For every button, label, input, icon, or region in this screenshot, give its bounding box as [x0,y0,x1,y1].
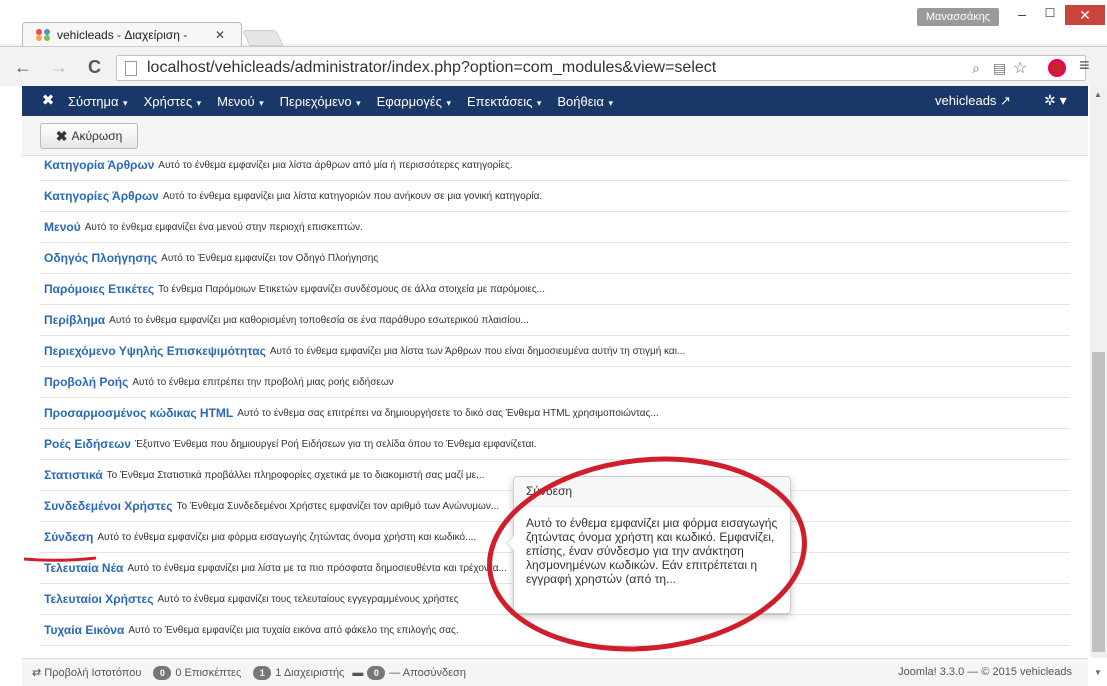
star-icon[interactable]: ☆ [1013,58,1027,78]
reload-icon[interactable]: C [88,57,101,78]
module-link[interactable]: Ροές Ειδήσεων [44,437,131,451]
tab-close-icon[interactable]: ✕ [215,28,225,42]
list-item: Μενού Αυτό το ένθεμα εμφανίζει ένα μενού … [40,212,1070,243]
module-description: Αυτό το ένθεμα εμφανίζει τους τελευταίου… [157,593,459,605]
module-description: Αυτό το ένθεμα επιτρέπει την προβολή μια… [132,376,394,388]
module-description: Αυτό το ένθεμα εμφανίζει μια λίστα άρθρω… [158,159,513,171]
page-icon [125,61,137,76]
joomla-logo-icon[interactable]: ✖ [40,93,56,109]
status-bar: ⇄ Προβολή Ιστοτόπου 0 0 Επισκέπτες 1 1 Δ… [22,658,1088,686]
scroll-up-icon[interactable]: ▲ [1094,90,1102,99]
module-link[interactable]: Προβολή Ροής [44,375,128,389]
scroll-thumb[interactable] [1092,352,1105,652]
nav-system[interactable]: Σύστημα ▾ [68,94,128,109]
nav-users[interactable]: Χρήστες ▾ [144,94,202,109]
module-link[interactable]: Σύνδεση [44,530,93,544]
list-item: Κατηγορία Άρθρων Αυτό το ένθεμα εμφανίζει… [40,150,1070,181]
close-icon: ✖ [55,127,68,144]
module-description: Αυτό το ένθεμα σας επιτρέπει να δημιουργ… [237,407,659,419]
list-item: Περίβλημα Αυτό το ένθεμα εμφανίζει μια κα… [40,305,1070,336]
admins-label: 1 Διαχειριστής [275,666,345,679]
browser-menu-icon[interactable]: ≡ [1079,55,1090,76]
module-link[interactable]: Τυχαία Εικόνα [44,623,124,637]
page-scrollbar[interactable]: ▲ [1090,86,1107,658]
module-description: Αυτό το ένθεμα εμφανίζει ένα μενού στην … [84,221,363,233]
module-link[interactable]: Κατηγορία Άρθρων [44,158,154,172]
list-item: Περιεχόμενο Υψηλής Επισκεψιμότητας Αυτό τ… [40,336,1070,367]
module-description: Αυτό το ένθεμα εμφανίζει μια καθορισμένη… [109,314,529,326]
list-item: Προβολή Ροής Αυτό το ένθεμα επιτρέπει την… [40,367,1070,398]
close-window-button[interactable]: ✕ [1065,5,1105,25]
version-text: Joomla! 3.3.0 — © 2015 vehicleads [898,666,1072,678]
list-item: Οδηγός Πλοήγησης Αυτό το Ένθεμα εμφανίζει… [40,243,1070,274]
module-description: Αυτό το ένθεμα εμφανίζει μια λίστα κατηγ… [162,190,543,202]
minimize-button[interactable]: – [1009,6,1035,26]
scroll-down-icon[interactable]: ▼ [1094,668,1102,677]
module-description: Το ένθεμα Παρόμοιων Ετικετών εμφανίζει σ… [158,283,545,295]
new-tab-button[interactable] [242,30,284,46]
address-bar[interactable]: localhost/vehicleads/administrator/index… [116,55,1086,81]
module-description: Αυτό το ένθεμα εμφανίζει μια λίστα με τα… [127,562,507,574]
browser-tab[interactable]: vehicleads - Διαχείριση - ✕ [22,22,242,46]
module-link[interactable]: Προσαρμοσμένος κώδικας HTML [44,406,233,420]
joomla-favicon-icon [36,28,50,41]
module-link[interactable]: Στατιστικά [44,468,103,482]
nav-components[interactable]: Εφαρμογές ▾ [377,94,451,109]
messages-icon[interactable]: ▬ [352,667,363,679]
site-link[interactable]: vehicleads ↗ [935,93,1011,109]
logout-link[interactable]: — Αποσύνδεση [389,667,466,679]
gear-icon[interactable]: ✲ ▾ [1044,92,1067,109]
cancel-label: Ακύρωση [71,129,123,143]
module-description: Αυτό το Ένθεμα εμφανίζει τον Οδηγό Πλοήγ… [161,252,379,264]
zoom-icon[interactable]: ⌕ [972,60,980,77]
module-link[interactable]: Τελευταία Νέα [44,561,123,575]
nav-menus[interactable]: Μενού ▾ [217,94,264,109]
url-text[interactable]: localhost/vehicleads/administrator/index… [147,59,716,77]
module-link[interactable]: Περιεχόμενο Υψηλής Επισκεψιμότητας [44,344,266,358]
nav-extensions[interactable]: Επεκτάσεις ▾ [467,94,541,109]
module-description: Το Ένθεμα Στατιστικά προβάλλει πληροφορί… [106,469,485,481]
tab-title: vehicleads - Διαχείριση - [57,27,188,42]
visitors-badge: 0 [153,665,172,680]
extension-icon[interactable] [1048,59,1066,77]
module-link[interactable]: Παρόμοιες Ετικέτες [44,282,154,296]
profile-badge[interactable]: Μανασσάκης [917,8,999,26]
module-description: Αυτό το ένθεμα εμφανίζει μια λίστα των Ά… [269,345,686,357]
address-bar-row: ← → C localhost/vehicleads/administrator… [0,46,1107,86]
module-description: Αυτό το ένθεμα εμφανίζει μια φόρμα εισαγ… [97,531,477,543]
module-description: Έξυπνο Ένθεμα που δημιουργεί Ροή Ειδήσεω… [134,438,537,450]
module-link[interactable]: Περίβλημα [44,313,105,327]
cancel-button[interactable]: ✖ Ακύρωση [40,123,138,149]
list-item: Κατηγορίες Άρθρων Αυτό το ένθεμα εμφανίζε… [40,181,1070,212]
module-description: Αυτό το Ένθεμα εμφανίζει μια τυχαία εικό… [128,624,459,636]
module-link[interactable]: Συνδεδεμένοι Χρήστες [44,499,173,513]
annotation-ellipse [487,456,807,652]
list-item: Παρόμοιες Ετικέτες Το ένθεμα Παρόμοιων Ετ… [40,274,1070,305]
module-link[interactable]: Μενού [44,220,81,234]
visitors-label: 0 Επισκέπτες [175,666,242,679]
module-link[interactable]: Κατηγορίες Άρθρων [44,189,159,203]
module-link[interactable]: Τελευταίοι Χρήστες [44,592,153,606]
nav-content[interactable]: Περιεχόμενο ▾ [280,94,361,109]
maximize-button[interactable]: ☐ [1037,6,1063,26]
back-icon[interactable]: ← [14,57,32,78]
list-item: Προσαρμοσμένος κώδικας HTML Αυτό το ένθεμ… [40,398,1070,429]
admin-navbar: ✖ Σύστημα ▾ Χρήστες ▾ Μενού ▾ Περιεχόμεν… [22,86,1088,116]
forward-icon[interactable]: → [50,57,68,78]
nav-help[interactable]: Βοήθεια ▾ [557,94,613,109]
messages-badge: 0 [367,665,386,680]
annotation-underline [23,556,97,562]
admins-badge: 1 [253,665,272,680]
translate-icon[interactable]: ▤ [993,60,1006,77]
view-site-link[interactable]: ⇄ Προβολή Ιστοτόπου [32,666,141,679]
module-link[interactable]: Οδηγός Πλοήγησης [44,251,157,265]
module-description: Το Ένθεμα Συνδεδεμένοι Χρήστες εμφανίζει… [176,500,500,512]
